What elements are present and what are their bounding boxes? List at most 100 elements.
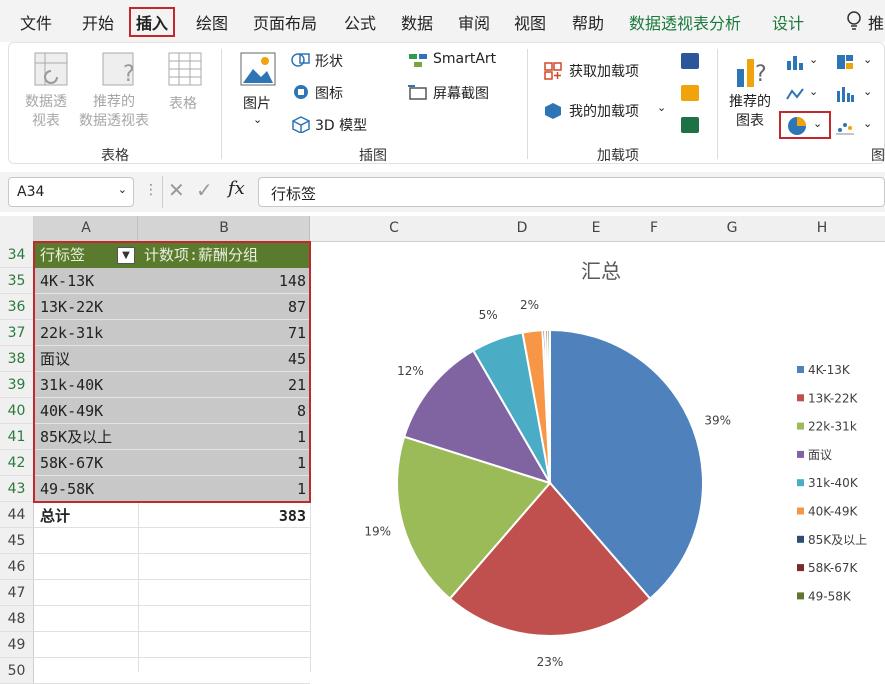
cancel-icon[interactable]: ✕	[168, 178, 185, 202]
name-box[interactable]: A34 ⌄	[8, 177, 134, 207]
column-header-h[interactable]: H	[810, 220, 834, 236]
tab-review[interactable]: 审阅	[458, 10, 490, 34]
chevron-down-icon[interactable]: ⌄	[863, 85, 872, 98]
row-header[interactable]: 50	[0, 658, 34, 684]
row-header[interactable]: 43	[0, 476, 34, 502]
pivot-item-count[interactable]: 45	[250, 346, 306, 372]
row-header[interactable]: 46	[0, 554, 34, 580]
column-chart-icon[interactable]	[785, 53, 805, 71]
row-header[interactable]: 34	[0, 242, 34, 268]
hierarchy-chart-icon[interactable]	[835, 53, 855, 71]
pivot-item-label[interactable]: 22k-31k	[40, 320, 103, 346]
row-header[interactable]: 44	[0, 502, 34, 528]
select-all-corner[interactable]	[0, 216, 34, 242]
tab-design[interactable]: 设计	[772, 10, 804, 34]
chevron-down-icon[interactable]: ⌄	[809, 53, 818, 66]
statistic-chart-icon[interactable]	[835, 85, 855, 103]
row-header[interactable]: 38	[0, 346, 34, 372]
tab-home[interactable]: 开始	[82, 10, 114, 34]
gridline	[34, 631, 310, 632]
shapes-button[interactable]: 形状	[315, 51, 343, 71]
pivot-item-label[interactable]: 58K-67K	[40, 450, 103, 476]
row-header[interactable]: 42	[0, 450, 34, 476]
row-header[interactable]: 37	[0, 320, 34, 346]
lightbulb-icon[interactable]	[845, 10, 863, 32]
pivot-item-label[interactable]: 13K-22K	[40, 294, 103, 320]
row-header[interactable]: 39	[0, 372, 34, 398]
tab-file[interactable]: 文件	[20, 10, 52, 34]
people-graph-icon[interactable]	[681, 117, 699, 133]
pivot-item-count[interactable]: 1	[250, 476, 306, 502]
pivot-item-label[interactable]: 40K-49K	[40, 398, 103, 424]
tab-view[interactable]: 视图	[514, 10, 546, 34]
pivot-item-count[interactable]: 87	[250, 294, 306, 320]
recommended-charts-button[interactable]: 推荐的 图表	[729, 93, 771, 131]
tab-pivot-analyze[interactable]: 数据透视表分析	[629, 10, 741, 34]
pivot-item-label[interactable]: 85K及以上	[40, 424, 112, 450]
get-addins-button[interactable]: 获取加载项	[569, 61, 639, 81]
line-chart-icon[interactable]	[785, 85, 805, 103]
tab-page-layout[interactable]: 页面布局	[253, 10, 317, 34]
row-header[interactable]: 49	[0, 632, 34, 658]
filter-icon[interactable]: ▼	[117, 247, 135, 264]
chevron-down-icon[interactable]: ⌄	[863, 53, 872, 66]
chevron-down-icon[interactable]: ⌄	[657, 101, 666, 114]
formula-input[interactable]: 行标签	[258, 177, 885, 207]
pivot-item-count[interactable]: 148	[250, 268, 306, 294]
scatter-chart-icon[interactable]	[835, 117, 855, 135]
column-header-a[interactable]: A	[34, 216, 138, 242]
pivot-table-button[interactable]: 数据透 视表	[25, 93, 67, 131]
pivot-row-label-header[interactable]: 行标签	[40, 242, 85, 268]
pivot-total-label[interactable]: 总计	[40, 503, 70, 529]
tab-data[interactable]: 数据	[401, 10, 433, 34]
column-header-d[interactable]: D	[510, 220, 534, 236]
models-3d-button[interactable]: 3D 模型	[315, 115, 367, 135]
visio-icon[interactable]	[681, 53, 699, 69]
pivot-total-value[interactable]: 383	[250, 503, 306, 529]
search-partial[interactable]: 推	[868, 10, 884, 34]
bing-icon[interactable]	[681, 85, 699, 101]
fx-icon[interactable]: fx	[228, 178, 245, 199]
icons-button[interactable]: 图标	[315, 83, 343, 103]
pivot-value-header[interactable]: 计数项:薪酬分组	[144, 242, 258, 268]
legend-label: 13K-22K	[808, 391, 858, 405]
pivot-item-count[interactable]: 1	[250, 424, 306, 450]
row-header[interactable]: 40	[0, 398, 34, 424]
row-header[interactable]: 45	[0, 528, 34, 554]
tab-help[interactable]: 帮助	[572, 10, 604, 34]
picture-button[interactable]: 图片	[243, 93, 271, 113]
check-icon[interactable]: ✓	[196, 178, 213, 202]
chevron-down-icon[interactable]: ⌄	[809, 85, 818, 98]
pivot-item-label[interactable]: 面议	[40, 346, 70, 372]
pivot-item-count[interactable]: 21	[250, 372, 306, 398]
tab-insert[interactable]: 插入	[129, 7, 176, 37]
column-header-b[interactable]: B	[138, 216, 310, 242]
column-header-g[interactable]: G	[720, 220, 744, 236]
row-header[interactable]: 41	[0, 424, 34, 450]
chevron-down-icon[interactable]: ⌄	[253, 113, 262, 126]
column-header-e[interactable]: E	[584, 220, 608, 236]
screenshot-button[interactable]: 屏幕截图	[433, 83, 489, 103]
pie-chart-button[interactable]: ⌄	[779, 111, 831, 139]
row-header[interactable]: 48	[0, 606, 34, 632]
pivot-item-count[interactable]: 71	[250, 320, 306, 346]
column-header-c[interactable]: C	[382, 220, 406, 236]
my-addins-button[interactable]: 我的加载项	[569, 101, 639, 121]
pivot-item-label[interactable]: 31k-40K	[40, 372, 103, 398]
tab-draw[interactable]: 绘图	[196, 10, 228, 34]
chevron-down-icon[interactable]: ⌄	[863, 117, 872, 130]
table-button[interactable]: 表格	[169, 93, 197, 113]
pie-chart[interactable]: 汇总 39% 23% 19% 12% 5% 2% 4K-13K 13K-22K 22k-31k…	[311, 242, 885, 672]
row-header[interactable]: 47	[0, 580, 34, 606]
row-header[interactable]: 36	[0, 294, 34, 320]
pivot-item-label[interactable]: 49-58K	[40, 476, 94, 502]
row-header[interactable]: 35	[0, 268, 34, 294]
pivot-item-count[interactable]: 1	[250, 450, 306, 476]
group-tables-label: 表格	[101, 148, 129, 164]
pivot-item-count[interactable]: 8	[250, 398, 306, 424]
tab-formulas[interactable]: 公式	[344, 10, 376, 34]
column-header-f[interactable]: F	[642, 220, 666, 236]
recommended-pivot-button[interactable]: 推荐的 数据透视表	[79, 93, 149, 131]
smartart-button[interactable]: SmartArt	[433, 51, 496, 67]
pivot-item-label[interactable]: 4K-13K	[40, 268, 94, 294]
